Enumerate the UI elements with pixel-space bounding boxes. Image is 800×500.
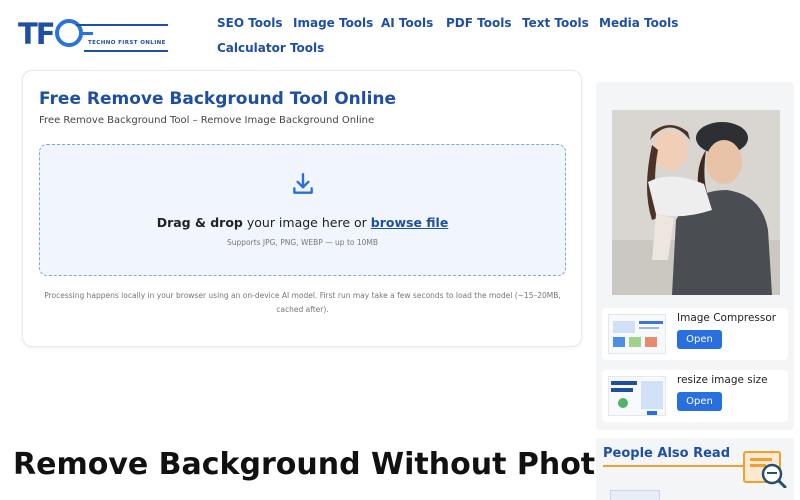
article-search-icon[interactable] [742, 448, 788, 488]
tool-subtitle: Free Remove Background Tool – Remove Ima… [39, 115, 375, 126]
logo-tagline: TECHNO FIRST ONLINE [88, 40, 166, 46]
logo-letters: TF [18, 17, 56, 51]
promo-title: Image Compressor [677, 312, 777, 324]
promo-card-image-compressor: Image Compressor Open [602, 308, 788, 360]
promo-thumbnail [608, 376, 666, 416]
sidebar-ad-photo[interactable] [612, 110, 780, 295]
site-logo[interactable]: TF TECHNO FIRST ONLINE [18, 14, 170, 58]
drag-drop-label: Drag & drop [156, 215, 243, 230]
nav-image-tools[interactable]: Image Tools [293, 16, 373, 30]
promo-title: resize image size [677, 374, 768, 386]
browse-file-link[interactable]: browse file [371, 215, 449, 230]
download-icon [293, 173, 313, 194]
article-heading: Remove Background Without Photoshop [13, 447, 698, 482]
nav-pdf-tools[interactable]: PDF Tools [446, 16, 511, 30]
nav-text-tools[interactable]: Text Tools [522, 16, 589, 30]
people-also-read-heading: People Also Read [603, 446, 730, 461]
logo-rule-top [76, 24, 168, 26]
tool-preview-image [611, 381, 663, 415]
nav-ai-tools[interactable]: AI Tools [381, 16, 433, 30]
nav-media-tools[interactable]: Media Tools [599, 16, 678, 30]
article-thumbnail[interactable] [610, 490, 660, 500]
heading-underline [603, 465, 763, 467]
promo-card-resize-image: resize image size Open [602, 370, 788, 422]
upload-dropzone[interactable]: Drag & drop your image here or browse fi… [39, 144, 566, 276]
logo-mark: TF [18, 17, 93, 51]
tool-preview-image [613, 321, 663, 347]
dropzone-text: Drag & drop your image here or browse fi… [40, 215, 565, 230]
open-button[interactable]: Open [677, 392, 722, 411]
open-button[interactable]: Open [677, 330, 722, 349]
tool-title: Free Remove Background Tool Online [39, 89, 397, 109]
dropzone-middle-text: your image here or [242, 215, 371, 230]
nav-seo-tools[interactable]: SEO Tools [217, 16, 283, 30]
family-photo-image [612, 110, 780, 295]
logo-rule-bottom [84, 50, 168, 52]
processing-note: Processing happens locally in your brows… [44, 291, 561, 314]
supported-formats-hint: Supports JPG, PNG, WEBP — up to 10MB [226, 238, 379, 247]
nav-calculator-tools[interactable]: Calculator Tools [217, 41, 324, 55]
people-also-read-section: People Also Read [596, 438, 794, 500]
promo-thumbnail [608, 314, 666, 354]
tool-card: Free Remove Background Tool Online Free … [22, 70, 582, 347]
